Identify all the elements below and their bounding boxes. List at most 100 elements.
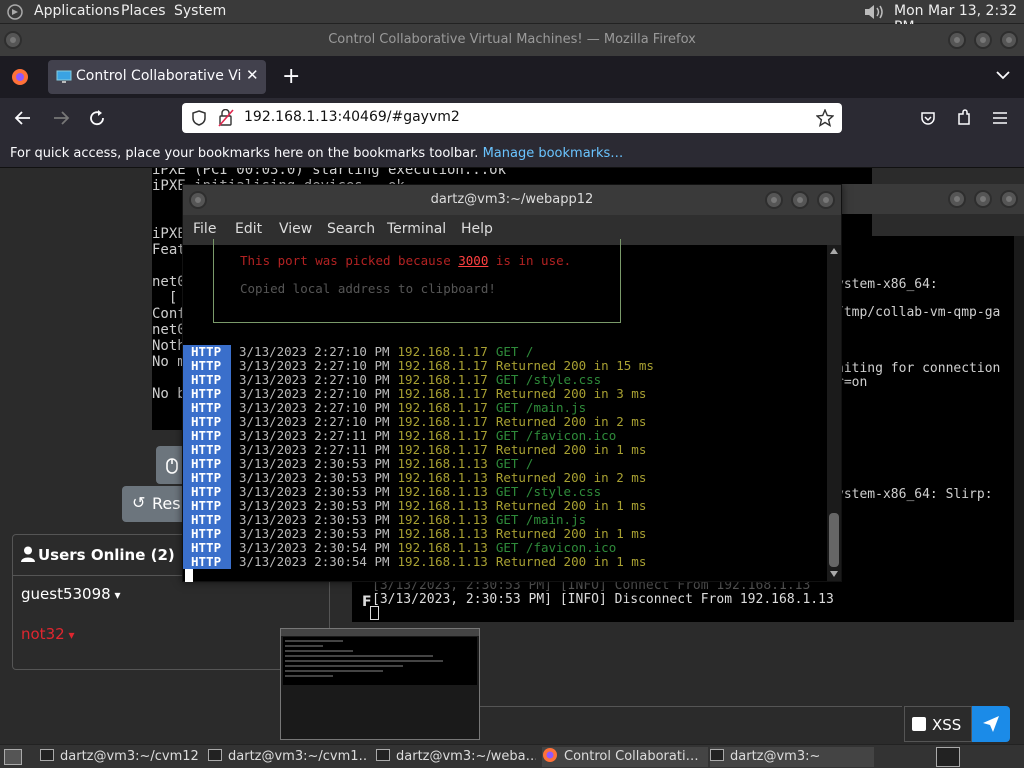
places-menu[interactable]: Places xyxy=(121,3,166,19)
new-tab-button[interactable]: + xyxy=(282,64,300,89)
log-message: Returned 200 in 15 ms xyxy=(495,358,654,373)
background-window-titlebar[interactable] xyxy=(836,184,1024,214)
log-time: 3/13/2023 2:27:10 PM xyxy=(239,400,390,415)
send-chat-button[interactable] xyxy=(972,706,1010,742)
terminal-menu-edit[interactable]: Edit xyxy=(235,221,262,237)
terminal-menu-file[interactable]: File xyxy=(193,221,216,237)
close-window-button[interactable] xyxy=(1000,31,1018,49)
reload-icon[interactable] xyxy=(88,109,106,127)
log-time: 3/13/2023 2:27:10 PM xyxy=(239,386,390,401)
http-tag: HTTP xyxy=(183,499,231,513)
vm-console-right-line xyxy=(836,250,1000,264)
http-tag: HTTP xyxy=(183,387,231,401)
terminal-icon xyxy=(376,749,390,761)
reset-vm-button[interactable]: ↺ Res xyxy=(122,486,186,522)
back-icon[interactable] xyxy=(14,110,32,126)
vm-console-right-line: r=on xyxy=(836,375,868,390)
terminal-menu-help[interactable]: Help xyxy=(461,221,493,237)
taskbar-item-cvm12[interactable]: dartz@vm3:~/cvm12 xyxy=(40,747,218,767)
http-tag: HTTP xyxy=(183,345,231,359)
terminal-scroll-thumb[interactable] xyxy=(829,513,839,567)
log-message: Returned 200 in 1 ms xyxy=(495,526,647,541)
terminal-menu-view[interactable]: View xyxy=(279,221,312,237)
maximize-button[interactable] xyxy=(974,31,992,49)
url-text[interactable]: 192.168.1.13:40469/#gayvm2 xyxy=(244,109,460,125)
system-menu[interactable]: System xyxy=(174,3,226,19)
log-message: GET /style.css xyxy=(495,484,602,499)
user-list-item[interactable]: guest53098 ▾ xyxy=(21,585,121,603)
log-time: 3/13/2023 2:30:53 PM xyxy=(239,526,390,541)
minimize-button[interactable] xyxy=(948,31,966,49)
log-time: 3/13/2023 2:27:10 PM xyxy=(239,414,390,429)
http-tag: HTTP xyxy=(183,415,231,429)
firefox-window-title: Control Collaborative Virtual Machines! … xyxy=(328,32,696,47)
vm-console-right-line xyxy=(836,334,1000,348)
vm-console-right-line: ystem-x86_64: Slirp: xyxy=(836,487,993,502)
log-message: Returned 200 in 2 ms xyxy=(495,470,647,485)
pocket-icon[interactable] xyxy=(920,110,936,126)
log-message: GET / xyxy=(495,456,534,471)
applications-menu[interactable]: Applications xyxy=(34,3,120,19)
log-time: 3/13/2023 2:30:54 PM xyxy=(239,554,390,569)
insecure-lock-icon[interactable] xyxy=(218,109,234,127)
chat-log: [3/13/2023, 2:30:53 PM] [INFO] Connect F… xyxy=(352,578,1014,622)
tab-collabvm[interactable]: Control Collaborative Virtua ✕ xyxy=(48,60,266,94)
log-line: HTTP 3/13/2023 2:30:53 PM 192.168.1.13 Retu… xyxy=(183,527,646,541)
workspace-switcher[interactable] xyxy=(936,747,960,767)
log-line: HTTP 3/13/2023 2:27:10 PM 192.168.1.17 GET … xyxy=(183,401,586,415)
taskbar-item-webapp[interactable]: dartz@vm3:~/weba… xyxy=(376,747,536,767)
close-tab-icon[interactable]: ✕ xyxy=(246,66,259,84)
preview-screen xyxy=(283,637,477,685)
terminal-window-menu-button[interactable] xyxy=(189,191,207,209)
vm-console-right-line xyxy=(836,264,1000,278)
terminal-scrollbar[interactable] xyxy=(827,245,841,581)
terminal-scroll-up[interactable] xyxy=(830,248,838,254)
terminal-output[interactable]: This port was picked because 3000 is in … xyxy=(183,239,827,582)
extensions-icon[interactable] xyxy=(956,109,972,127)
terminal-window-preview[interactable] xyxy=(280,628,480,740)
firefox-view-icon[interactable] xyxy=(10,67,30,87)
forward-icon[interactable] xyxy=(52,110,70,126)
vm-console-scrollbar[interactable] xyxy=(1014,236,1024,620)
http-tag: HTTP xyxy=(183,401,231,415)
vm-console-right[interactable]: ystem-x86_64: /tmp/collab-vm-qmp-ga aiting… xyxy=(836,236,1014,586)
xss-toggle[interactable]: XSS xyxy=(904,706,972,742)
users-online-title: Users Online (2) xyxy=(38,546,175,564)
bookmark-star-icon[interactable] xyxy=(816,109,834,127)
menu-hamburger-icon[interactable] xyxy=(992,111,1008,125)
address-bar[interactable]: 192.168.1.13:40469/#gayvm2 xyxy=(182,103,842,133)
manage-bookmarks-link[interactable]: Manage bookmarks… xyxy=(483,146,624,161)
terminal-close-button[interactable] xyxy=(817,191,835,209)
bg-close-button[interactable] xyxy=(1000,190,1018,208)
terminal-menu-search[interactable]: Search xyxy=(327,221,375,237)
firefox-window-titlebar[interactable]: Control Collaborative Virtual Machines! … xyxy=(0,24,1024,56)
list-all-tabs-icon[interactable] xyxy=(996,70,1010,80)
window-menu-button[interactable] xyxy=(4,31,22,49)
log-line: HTTP 3/13/2023 2:27:11 PM 192.168.1.17 Retu… xyxy=(183,443,646,457)
terminal-menu-terminal[interactable]: Terminal xyxy=(387,221,446,237)
taskbar-item-cvm1[interactable]: dartz@vm3:~/cvm1… xyxy=(208,747,368,767)
bg-minimize-button[interactable] xyxy=(948,190,966,208)
terminal-scroll-down[interactable] xyxy=(830,571,838,577)
log-message: GET /favicon.ico xyxy=(495,540,617,555)
log-ip: 192.168.1.17 xyxy=(397,386,488,401)
terminal-titlebar[interactable]: dartz@vm3:~/webapp12 xyxy=(183,185,841,215)
terminal-icon xyxy=(40,749,54,761)
preview-menubar xyxy=(281,629,479,636)
volume-icon[interactable] xyxy=(862,3,886,21)
terminal-maximize-button[interactable] xyxy=(791,191,809,209)
user-list-item[interactable]: not32 ▾ xyxy=(21,625,75,643)
bg-maximize-button[interactable] xyxy=(974,190,992,208)
show-desktop-button[interactable] xyxy=(4,749,22,765)
user-icon xyxy=(21,546,35,562)
taskbar-item-firefox[interactable]: Control Collaborati… xyxy=(542,747,708,767)
send-icon xyxy=(983,716,999,732)
xss-checkbox[interactable] xyxy=(912,717,926,731)
taskbar-item-dartz[interactable]: dartz@vm3:~ xyxy=(710,747,874,767)
terminal-minimize-button[interactable] xyxy=(765,191,783,209)
reset-button-label: Res xyxy=(152,494,181,513)
vm-console-right-line xyxy=(836,460,1000,474)
log-ip: 192.168.1.13 xyxy=(397,470,488,485)
gnome-menu-icon[interactable] xyxy=(6,3,24,21)
shield-icon[interactable] xyxy=(192,110,206,126)
